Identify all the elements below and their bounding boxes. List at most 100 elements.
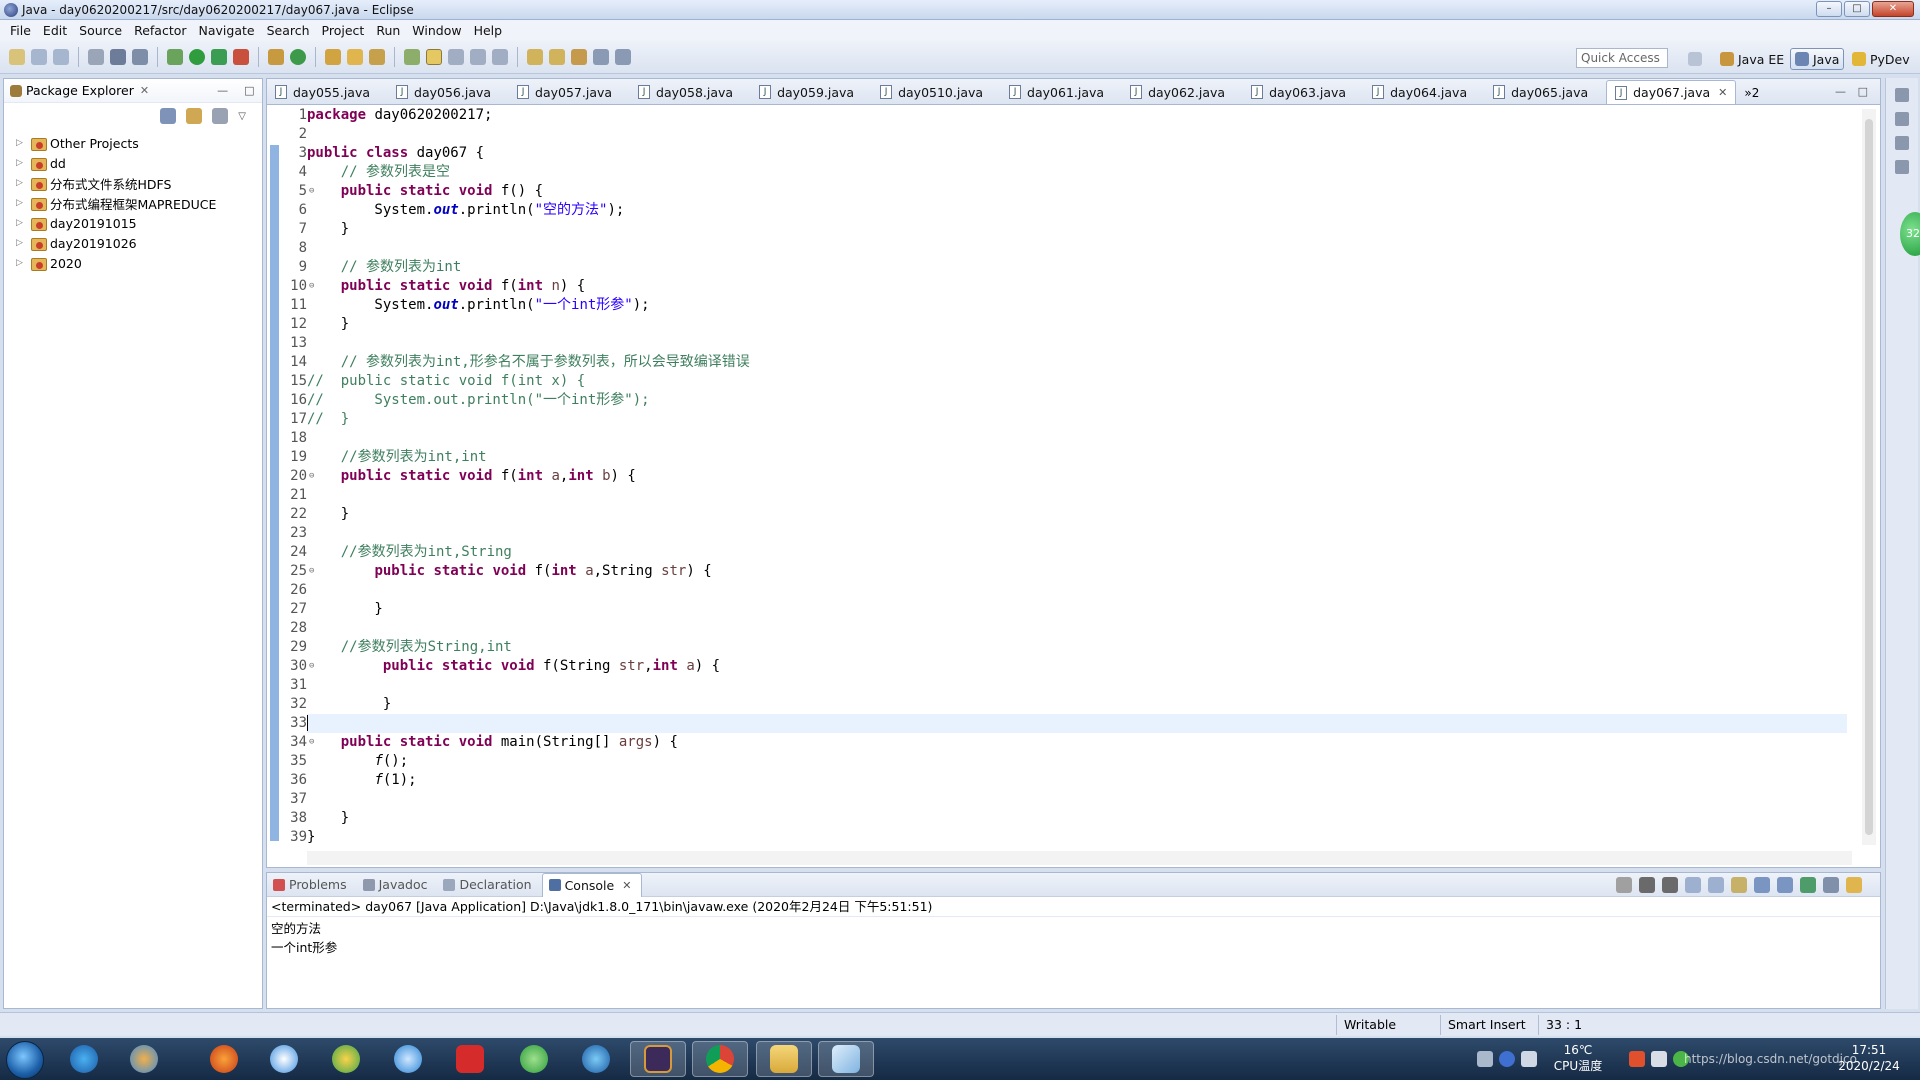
link-with-editor-icon[interactable] (186, 108, 203, 124)
open-folder-icon[interactable] (347, 48, 363, 65)
editor-tab-day0510[interactable]: Jday0510.java (872, 80, 1001, 104)
quick-access-input[interactable]: Quick Access (1576, 48, 1668, 68)
tree-item-dd[interactable]: ▷ dd (4, 153, 262, 173)
editor-tab-day056[interactable]: Jday056.java (388, 80, 509, 104)
taskbar-ie[interactable] (56, 1041, 112, 1077)
show-stdout-icon[interactable] (1754, 877, 1770, 893)
code-line[interactable] (307, 486, 1847, 505)
view-menu-icon[interactable]: ▽ (238, 111, 246, 122)
network-icon[interactable] (1521, 1051, 1537, 1067)
menu-help[interactable]: Help (468, 23, 509, 38)
menu-edit[interactable]: Edit (37, 23, 73, 38)
perspective-java-ee[interactable]: Java EE (1716, 48, 1788, 70)
code-line[interactable]: public static void f(String str,int a) { (307, 657, 1847, 676)
editor-tab-day062[interactable]: Jday062.java (1122, 80, 1243, 104)
show-stderr-icon[interactable] (1777, 877, 1793, 893)
show-whitespace-icon[interactable] (470, 48, 486, 65)
code-line[interactable] (307, 334, 1847, 353)
vertical-scrollbar[interactable] (1862, 109, 1876, 845)
tab-console[interactable]: Console ✕ (541, 872, 643, 897)
maximize-button[interactable]: □ (1844, 1, 1870, 17)
menu-file[interactable]: File (4, 23, 37, 38)
terminate-icon[interactable] (1616, 877, 1632, 893)
taskbar-chrome[interactable] (692, 1041, 748, 1077)
run-icon[interactable] (189, 48, 205, 65)
open-console-icon[interactable] (1846, 877, 1862, 893)
code-line[interactable]: } (307, 220, 1847, 239)
code-line[interactable]: // 参数列表是空 (307, 163, 1847, 182)
code-line[interactable] (307, 619, 1847, 638)
expand-icon[interactable]: ▷ (16, 158, 26, 168)
close-tab-icon[interactable]: ✕ (1718, 86, 1727, 99)
menu-source[interactable]: Source (73, 23, 128, 38)
restore-icon[interactable] (1895, 88, 1909, 102)
code-line[interactable] (307, 714, 1847, 733)
print-icon[interactable] (88, 48, 104, 65)
close-console-icon[interactable]: ✕ (622, 879, 631, 892)
tree-item-day20191015[interactable]: ▷ day20191015 (4, 213, 262, 233)
save-icon[interactable] (31, 48, 47, 65)
taskbar-explorer[interactable] (756, 1041, 812, 1077)
menu-run[interactable]: Run (370, 23, 406, 38)
forward-icon[interactable] (615, 48, 631, 65)
code-line[interactable]: System.out.println("一个int形参"); (307, 296, 1847, 315)
new-class-icon[interactable] (290, 48, 306, 65)
menu-window[interactable]: Window (406, 23, 467, 38)
maximize-view-icon[interactable]: □ (244, 84, 254, 97)
display-console-icon[interactable] (1823, 877, 1839, 893)
perspective-pydev[interactable]: PyDev (1848, 48, 1914, 70)
code-line[interactable] (307, 790, 1847, 809)
scroll-thumb[interactable] (1865, 119, 1873, 835)
save-all-icon[interactable] (53, 48, 69, 65)
remove-all-icon[interactable] (1662, 877, 1678, 893)
code-line[interactable]: //参数列表为int,int (307, 448, 1847, 467)
tabs-overflow-button[interactable]: »2 (1744, 86, 1759, 104)
coverage-icon[interactable] (211, 48, 227, 65)
last-edit-icon[interactable] (571, 48, 587, 65)
code-area[interactable]: package day0620200217; public class day06… (307, 106, 1847, 846)
taskbar-eclipse[interactable] (630, 1041, 686, 1077)
code-line[interactable] (307, 239, 1847, 258)
tab-problems[interactable]: Problems (267, 873, 357, 897)
debug-icon[interactable] (167, 48, 183, 65)
terminal-icon[interactable] (110, 48, 126, 65)
system-clock[interactable]: 17:51 2020/2/24 (1834, 1042, 1904, 1074)
editor-tab-day067[interactable]: Jday067.java ✕ (1606, 80, 1737, 104)
taskbar-360[interactable] (318, 1041, 374, 1077)
code-line[interactable] (307, 581, 1847, 600)
toggle-mark-occurrences-icon[interactable] (404, 48, 420, 65)
editor-tab-day065[interactable]: Jday065.java (1485, 80, 1606, 104)
remove-launch-icon[interactable] (1639, 877, 1655, 893)
next-annotation-icon[interactable] (527, 48, 543, 65)
code-line[interactable]: public static void f() { (307, 182, 1847, 201)
code-line[interactable]: } (307, 695, 1847, 714)
outline-icon[interactable] (1895, 136, 1909, 150)
search-icon[interactable] (369, 48, 385, 65)
horizontal-scrollbar[interactable] (307, 851, 1852, 865)
tree-item-day20191026[interactable]: ▷ day20191026 (4, 233, 262, 253)
open-perspective-button[interactable] (1684, 48, 1710, 70)
tree-item-hdfs[interactable]: ▷ 分布式文件系统HDFS (4, 173, 262, 193)
clear-console-icon[interactable] (1685, 877, 1701, 893)
code-line[interactable]: } (307, 809, 1847, 828)
word-wrap-icon[interactable] (1731, 877, 1747, 893)
editor-tab-day064[interactable]: Jday064.java (1364, 80, 1485, 104)
hierarchy-icon[interactable] (1895, 160, 1909, 174)
code-line[interactable]: } (307, 828, 1847, 847)
menu-navigate[interactable]: Navigate (193, 23, 261, 38)
expand-icon[interactable]: ▷ (16, 258, 26, 268)
open-type-icon[interactable] (325, 48, 341, 65)
code-line[interactable]: } (307, 505, 1847, 524)
prev-annotation-icon[interactable] (549, 48, 565, 65)
minimize-editor-icon[interactable]: — (1835, 85, 1846, 98)
taskbar-firefox[interactable] (196, 1041, 252, 1077)
menu-project[interactable]: Project (316, 23, 371, 38)
code-line[interactable]: public static void main(String[] args) { (307, 733, 1847, 752)
scroll-lock-icon[interactable] (1708, 877, 1724, 893)
tree-item-2020[interactable]: ▷ 2020 (4, 253, 262, 273)
new-icon[interactable] (9, 48, 25, 65)
code-line[interactable] (307, 676, 1847, 695)
start-button[interactable] (6, 1041, 44, 1079)
tray-printer-icon[interactable] (1651, 1051, 1667, 1067)
menu-search[interactable]: Search (261, 23, 316, 38)
